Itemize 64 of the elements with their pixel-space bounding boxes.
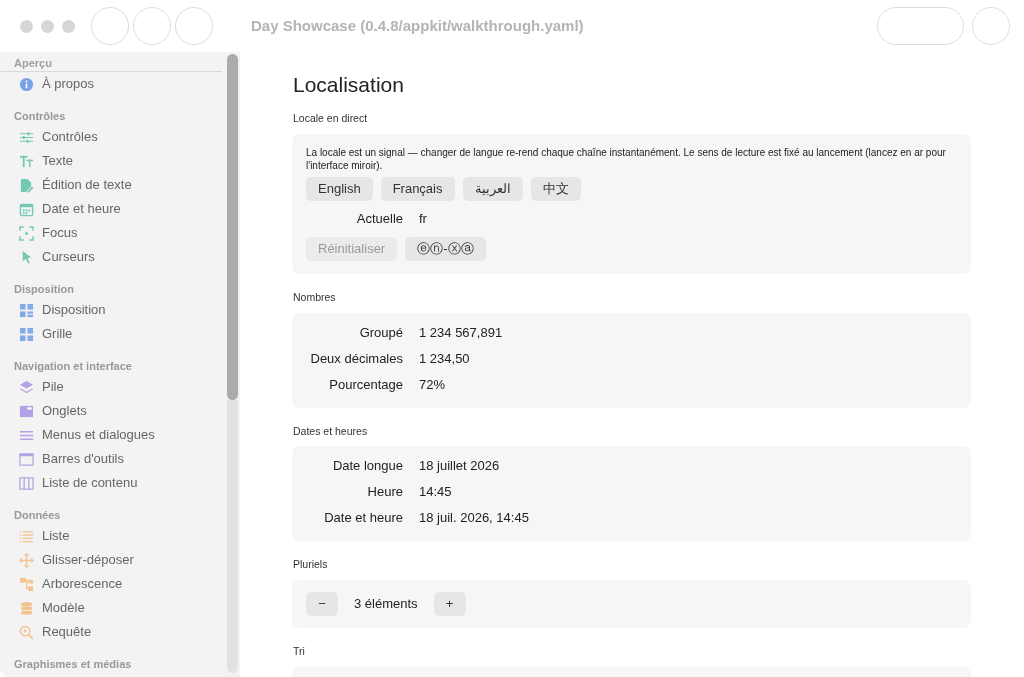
sidebar-item[interactable]: À propos	[0, 72, 224, 96]
field-value: 72%	[419, 375, 447, 394]
sidebar-item[interactable]: Arborescence	[0, 572, 224, 596]
field-value: 14:45	[419, 483, 453, 502]
sidebar-item[interactable]: Texte	[0, 149, 224, 173]
sidebar-item[interactable]: Modèle	[0, 596, 224, 620]
section-heading: Disposition	[13, 282, 75, 297]
minimize-button[interactable]	[41, 19, 54, 33]
scroll-thumb[interactable]	[227, 54, 238, 400]
field-label: Pourcentage	[328, 375, 403, 394]
section-title: Nombres	[293, 289, 337, 305]
language-button[interactable]: Français	[380, 176, 455, 201]
toolbar-button[interactable]	[972, 7, 1010, 45]
language-button[interactable]: 中文	[530, 176, 581, 201]
zoom-button[interactable]	[62, 19, 75, 33]
field-value: 1 234,50	[419, 349, 471, 368]
section-heading: Navigation et interface	[13, 359, 133, 374]
field-value: fr	[419, 209, 428, 228]
close-button[interactable]	[20, 19, 33, 33]
language-button[interactable]: العربية	[462, 176, 523, 201]
field-label: Date longue	[331, 457, 403, 476]
sidebar-item[interactable]: Barres d'outils	[0, 447, 224, 471]
section-title: Pluriels	[293, 557, 329, 573]
sidebar-item[interactable]: Grille	[0, 322, 224, 346]
section-heading: Aperçu	[0, 55, 222, 72]
page-title: Localisation	[293, 72, 405, 98]
sidebar-item[interactable]: Requête	[0, 620, 224, 644]
increment-button[interactable]: +	[433, 592, 466, 617]
sidebar-item[interactable]: Disposition	[0, 298, 224, 322]
toolbar-button[interactable]	[133, 7, 171, 45]
sidebar-item[interactable]: Contrôles	[0, 125, 224, 149]
decrement-button[interactable]: −	[306, 592, 338, 617]
window-title: Day Showcase (0.4.8/appkit/walkthrough.yaml)	[251, 15, 584, 36]
description-text: La locale est un signal — changer de langue re-rend chaque chaîne instantanément. Le sens de lecture est fixé au lancement (lancez en ar pour l'interface miroir).	[306, 145, 947, 172]
section-title: Dates et heures	[293, 423, 369, 439]
sidebar-item[interactable]: Curseurs	[0, 245, 224, 269]
sidebar-item[interactable]: Onglets	[0, 399, 224, 423]
sidebar-item[interactable]: Focus	[0, 221, 224, 245]
field-label: Actuelle	[355, 209, 403, 228]
toolbar-button[interactable]	[91, 7, 129, 45]
section-title: Tri	[293, 644, 306, 660]
sidebar-item[interactable]: Glisser-déposer	[0, 548, 224, 572]
sidebar-item[interactable]: Menus et dialogues	[0, 423, 224, 447]
field-value: 1 234 567,891	[419, 323, 504, 342]
toolbar-button[interactable]	[877, 7, 964, 45]
section-heading: Contrôles	[13, 109, 67, 124]
field-value: 18 juil. 2026, 14:45	[419, 509, 530, 528]
field-label: Date et heure	[323, 509, 403, 528]
sidebar-item[interactable]: Date et heure	[0, 197, 224, 221]
locale-button[interactable]: ⓔⓝ-ⓧⓐ	[405, 236, 486, 261]
sidebar-item[interactable]: Liste	[0, 524, 224, 548]
language-button[interactable]: English	[306, 176, 373, 201]
sidebar-item[interactable]: Édition de texte	[0, 173, 224, 197]
sidebar-item[interactable]: Pile	[0, 375, 224, 399]
sidebar-item[interactable]: Liste de contenu	[0, 471, 224, 495]
field-label: Heure	[366, 483, 403, 502]
section-title: Locale en direct	[293, 111, 369, 127]
toolbar-button[interactable]	[175, 7, 213, 45]
field-label: Groupé	[358, 323, 403, 342]
field-label: Deux décimales	[309, 349, 403, 368]
section-heading: Données	[13, 508, 62, 523]
field-value: 18 juillet 2026	[419, 457, 501, 476]
section-heading: Graphismes et médias	[13, 657, 133, 672]
count-text: 3 éléments	[354, 595, 418, 614]
